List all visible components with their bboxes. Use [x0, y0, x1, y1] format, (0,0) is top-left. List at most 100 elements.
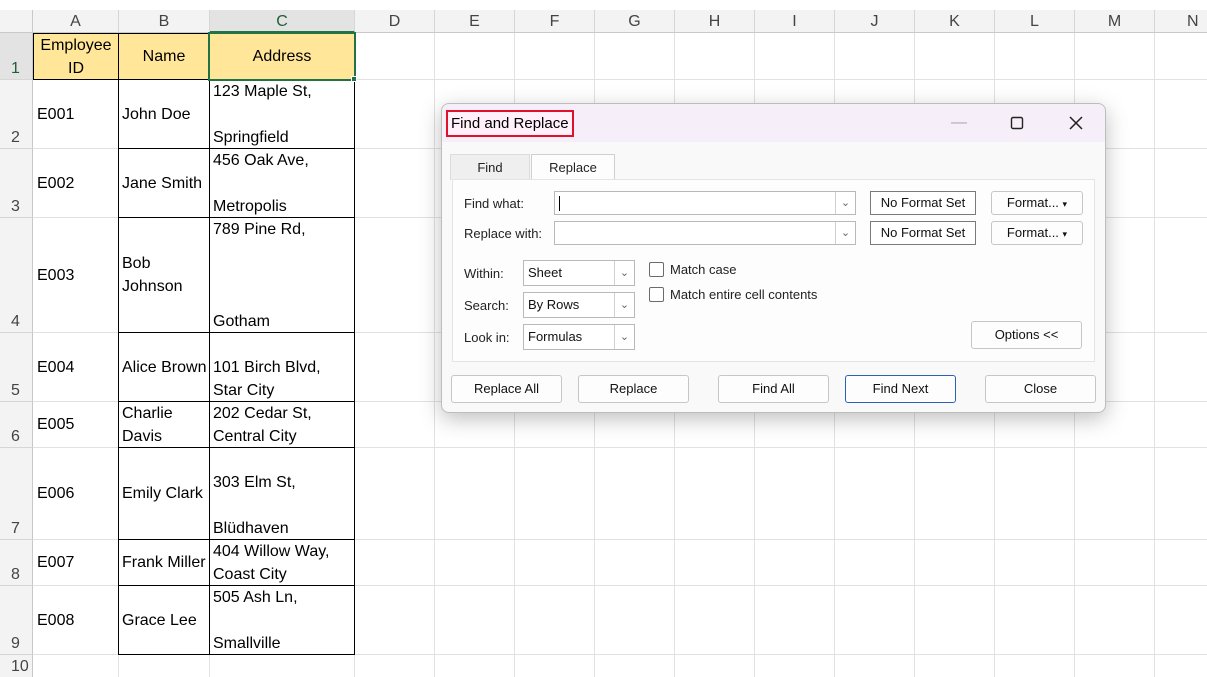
replace-all-button[interactable]: Replace All: [451, 375, 562, 403]
cell-address-line2[interactable]: Gotham: [210, 310, 354, 333]
find-next-button[interactable]: Find Next: [845, 375, 956, 403]
cell-address-line2[interactable]: Central City: [210, 425, 354, 448]
chevron-down-icon[interactable]: ⌄: [835, 192, 855, 214]
col-header-k[interactable]: K: [915, 10, 995, 33]
cell-address-line2[interactable]: Springfield: [210, 126, 354, 149]
dialog-title: Find and Replace: [446, 110, 574, 137]
cell-employee-id[interactable]: E004: [34, 356, 118, 379]
col-header-d[interactable]: D: [355, 10, 435, 33]
close-button[interactable]: Close: [985, 375, 1096, 403]
search-label: Search:: [464, 298, 509, 313]
row-header-7[interactable]: 7: [0, 448, 33, 540]
table-border: [118, 332, 355, 333]
row-header-1[interactable]: 1: [0, 33, 33, 80]
chevron-down-icon[interactable]: ⌄: [614, 325, 634, 349]
select-all-corner[interactable]: [0, 10, 33, 33]
row-header-10[interactable]: 10: [0, 655, 33, 677]
cell-name[interactable]: John Doe: [119, 103, 209, 126]
col-header-f[interactable]: F: [515, 10, 595, 33]
dialog-titlebar[interactable]: Find and Replace —: [442, 104, 1105, 142]
header-cell-employee-id[interactable]: Employee ID: [34, 34, 118, 79]
cell-address-line1[interactable]: 505 Ash Ln,: [210, 586, 354, 609]
row-header-4[interactable]: 4: [0, 218, 33, 333]
cell-address-line1[interactable]: 101 Birch Blvd,: [210, 356, 354, 379]
replace-format-button[interactable]: Format... ▾: [991, 221, 1083, 245]
cell-address-line2[interactable]: Coast City: [210, 563, 354, 586]
fill-handle[interactable]: [351, 76, 357, 82]
cell-name[interactable]: Charlie Davis: [119, 402, 209, 448]
col-header-l[interactable]: L: [995, 10, 1075, 33]
options-button[interactable]: Options <<: [971, 321, 1082, 349]
cell-employee-id[interactable]: E005: [34, 413, 118, 436]
header-cell-address[interactable]: Address: [210, 34, 354, 79]
replace-with-input[interactable]: ⌄: [554, 221, 856, 245]
cell-employee-id[interactable]: E002: [34, 172, 118, 195]
match-entire-label[interactable]: Match entire cell contents: [670, 285, 817, 305]
col-header-j[interactable]: J: [835, 10, 915, 33]
match-case-label[interactable]: Match case: [670, 260, 736, 280]
col-header-c[interactable]: C: [210, 10, 355, 33]
find-all-button[interactable]: Find All: [718, 375, 829, 403]
minimize-icon[interactable]: —: [939, 110, 979, 136]
row-header-2[interactable]: 2: [0, 80, 33, 149]
row-header-6[interactable]: 6: [0, 402, 33, 448]
cell-address-line2[interactable]: Smallville: [210, 632, 354, 655]
cell-name[interactable]: Grace Lee: [119, 609, 209, 632]
table-border: [118, 401, 355, 402]
col-header-h[interactable]: H: [675, 10, 755, 33]
match-case-checkbox[interactable]: [649, 262, 664, 277]
cell-address-line1[interactable]: 202 Cedar St,: [210, 402, 354, 425]
find-format-button[interactable]: Format... ▾: [991, 191, 1083, 215]
table-border: [33, 33, 355, 34]
row-header-8[interactable]: 8: [0, 540, 33, 586]
search-select[interactable]: By Rows ⌄: [523, 292, 635, 318]
cell-employee-id[interactable]: E007: [34, 551, 118, 574]
cell-address-line2[interactable]: Metropolis: [210, 195, 354, 218]
match-entire-checkbox[interactable]: [649, 287, 664, 302]
col-header-g[interactable]: G: [595, 10, 675, 33]
row-header-5[interactable]: 5: [0, 333, 33, 402]
top-strip: [0, 0, 1207, 10]
within-select[interactable]: Sheet ⌄: [523, 260, 635, 286]
find-format-preview: No Format Set: [870, 191, 976, 215]
chevron-down-icon[interactable]: ⌄: [614, 293, 634, 317]
gridline: [434, 33, 435, 677]
cell-address-line2[interactable]: Star City: [210, 379, 354, 402]
find-what-input[interactable]: ⌄: [554, 191, 856, 215]
table-border: [118, 217, 355, 218]
cell-employee-id[interactable]: E006: [34, 482, 118, 505]
col-header-m[interactable]: M: [1075, 10, 1155, 33]
cell-name[interactable]: Frank Miller: [119, 551, 209, 574]
tab-find[interactable]: Find: [450, 154, 530, 180]
cell-name[interactable]: Alice Brown: [119, 356, 209, 379]
cell-name[interactable]: Emily Clark: [119, 482, 209, 505]
cell-address-line1[interactable]: 404 Willow Way,: [210, 540, 354, 563]
cell-name[interactable]: Jane Smith: [119, 172, 209, 195]
cell-employee-id[interactable]: E008: [34, 609, 118, 632]
cell-address-line1[interactable]: 123 Maple St,: [210, 80, 354, 103]
look-in-select[interactable]: Formulas ⌄: [523, 324, 635, 350]
chevron-down-icon[interactable]: ⌄: [614, 261, 634, 285]
find-what-label: Find what:: [464, 196, 524, 211]
col-header-n[interactable]: N: [1155, 10, 1207, 33]
row-header-9[interactable]: 9: [0, 586, 33, 655]
col-header-a[interactable]: A: [33, 10, 119, 33]
chevron-down-icon[interactable]: ⌄: [835, 222, 855, 244]
cell-name[interactable]: Bob Johnson: [119, 252, 209, 298]
tab-replace[interactable]: Replace: [531, 154, 615, 181]
cell-address-line1[interactable]: 303 Elm St,: [210, 471, 354, 494]
cell-employee-id[interactable]: E003: [34, 264, 118, 287]
col-header-e[interactable]: E: [435, 10, 515, 33]
cell-employee-id[interactable]: E001: [34, 103, 118, 126]
cell-address-line2[interactable]: Blüdhaven: [210, 517, 354, 540]
cell-address-line1[interactable]: 789 Pine Rd,: [210, 218, 354, 241]
close-icon[interactable]: [1056, 110, 1096, 136]
search-value: By Rows: [528, 297, 580, 312]
header-cell-name[interactable]: Name: [119, 34, 209, 79]
maximize-icon[interactable]: [997, 110, 1037, 136]
row-header-3[interactable]: 3: [0, 149, 33, 218]
col-header-b[interactable]: B: [119, 10, 210, 33]
cell-address-line1[interactable]: 456 Oak Ave,: [210, 149, 354, 172]
replace-button[interactable]: Replace: [578, 375, 689, 403]
col-header-i[interactable]: I: [755, 10, 835, 33]
